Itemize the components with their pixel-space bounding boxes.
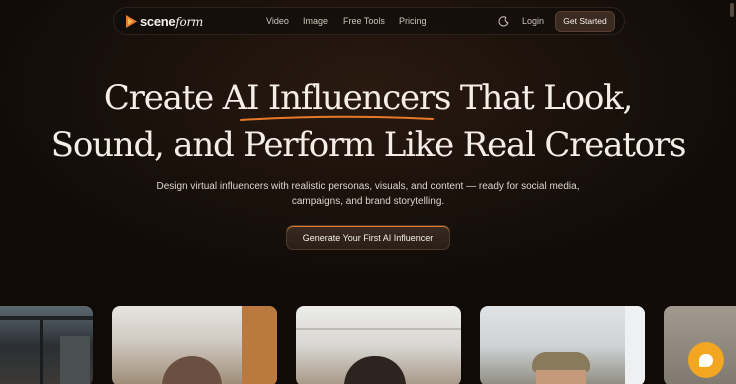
play-logo-icon	[126, 15, 137, 28]
brand-name: sceneform	[140, 14, 203, 29]
influencer-card-image[interactable]	[0, 306, 93, 384]
scrollbar-thumb[interactable]	[730, 3, 734, 17]
moon-icon[interactable]	[498, 16, 509, 27]
top-nav: sceneform Video Image Free Tools Pricing…	[113, 7, 625, 35]
headline-underline	[240, 115, 434, 121]
hero-headline-line2: Sound, and Perform Like Real Creators	[50, 125, 687, 165]
generate-influencer-button[interactable]: Generate Your First AI Influencer	[286, 225, 450, 250]
login-link[interactable]: Login	[522, 16, 544, 26]
nav-link-pricing[interactable]: Pricing	[399, 16, 427, 26]
chat-widget-button[interactable]	[688, 342, 724, 378]
chat-icon	[699, 353, 713, 367]
brand-logo[interactable]: sceneform	[126, 14, 203, 29]
nav-link-free-tools[interactable]: Free Tools	[343, 16, 393, 26]
nav-link-image[interactable]: Image	[303, 16, 328, 26]
influencer-card-image[interactable]	[112, 306, 277, 384]
get-started-button[interactable]: Get Started	[555, 11, 615, 32]
hero-subtitle-line2: campaigns, and brand storytelling.	[291, 196, 445, 207]
nav-link-video[interactable]: Video	[266, 16, 289, 26]
hero-subtitle-line1: Design virtual influencers with realisti…	[156, 181, 580, 192]
influencer-card-image[interactable]	[296, 306, 461, 384]
hero-headline-line1: Create AI Influencers That Look,	[103, 78, 633, 118]
influencer-card-image[interactable]	[480, 306, 645, 384]
